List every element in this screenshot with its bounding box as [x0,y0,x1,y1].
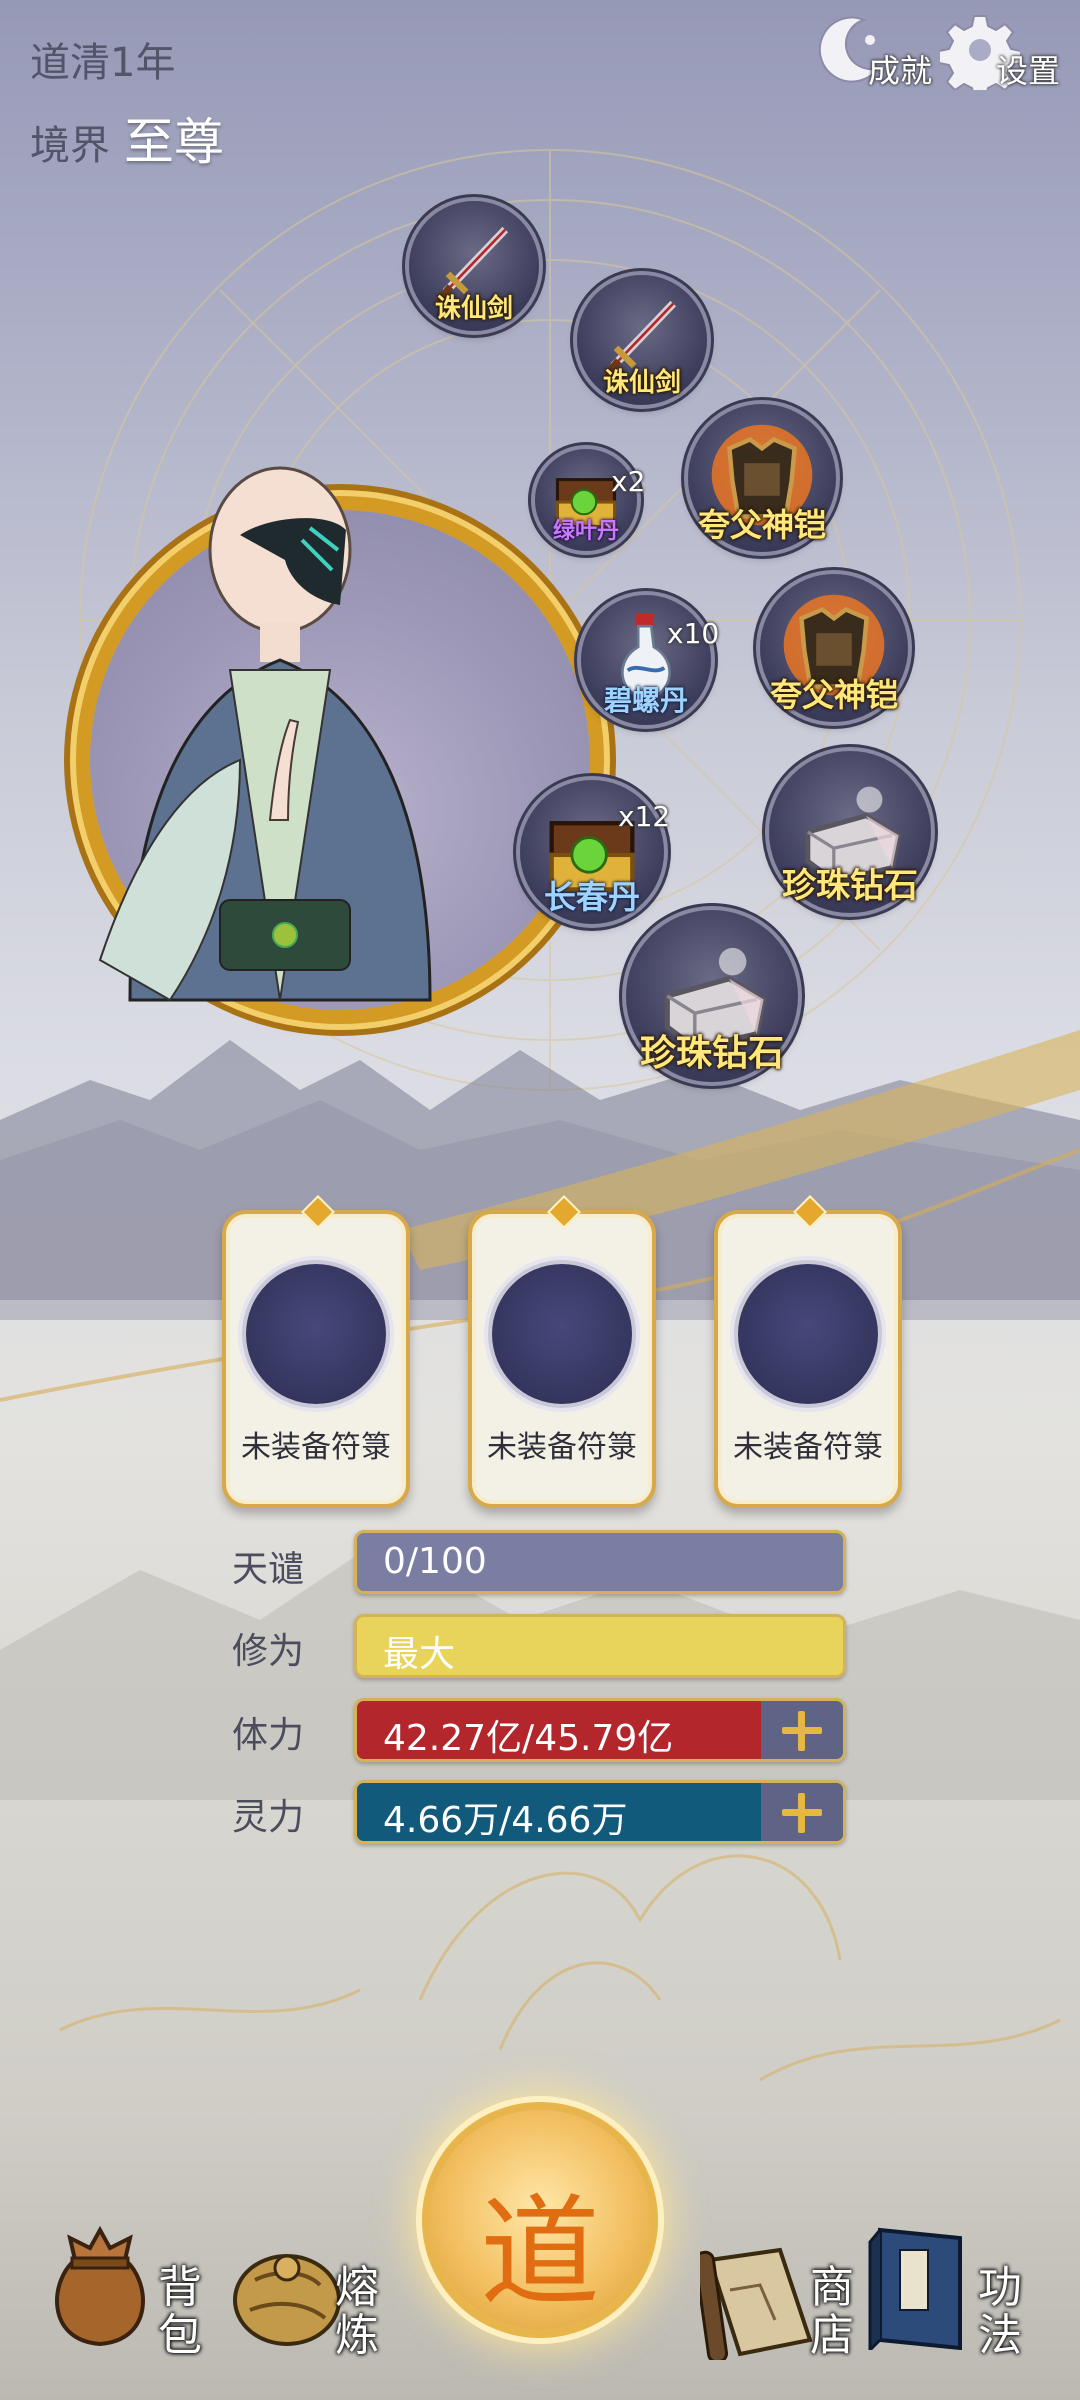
nav-skills[interactable]: 功法 [860,2220,1040,2370]
stat-label-spirit: 灵力 [232,1797,305,1838]
dao-glyph: 道 [480,2184,600,2323]
inventory-item[interactable]: 珍珠钻石 [769,751,931,913]
talisman-slot-label: 未装备符箓 [487,1430,637,1465]
inventory-item[interactable]: 绿叶丹 x2 [535,449,645,551]
bar-value: 最大 [383,1634,456,1675]
card-ornament [301,1195,335,1229]
settings-label: 设置 [995,52,1060,90]
stat-label-stamina: 体力 [232,1715,305,1756]
stat-label-cultivation: 修为 [232,1631,305,1672]
bar-value: 0/100 [383,1541,487,1582]
realm-value: 至尊 [124,113,224,171]
talisman-slot-label: 未装备符箓 [733,1430,883,1465]
character-portrait[interactable] [90,466,590,1010]
bag-icon [55,2225,145,2347]
nav-shop-label: 商店 [810,2262,854,2361]
card-ornament [793,1195,827,1229]
nav-skills-label: 功法 [978,2262,1022,2361]
nav-bag-label: 背包 [158,2262,202,2361]
item-name: 绿叶丹 [552,519,620,544]
item-name: 珍珠钻石 [782,866,918,906]
item-name: 珍珠钻石 [639,1033,785,1074]
talisman-slot-circle [492,1264,632,1404]
item-name: 夸父神铠 [697,506,827,544]
talisman-slot-label: 未装备符箓 [241,1430,391,1465]
item-name: 诛仙剑 [434,294,514,324]
status-panel: 道清1年 境界 至尊 [30,30,224,174]
inventory-item[interactable]: 诛仙剑 [409,201,539,331]
bar-value: 42.27亿/45.79亿 [383,1718,674,1759]
punishment-bar: 0/100 [354,1530,846,1594]
item-name: 碧螺丹 [603,684,689,717]
realm-label: 境界 [30,123,110,169]
spirit-plus-button[interactable] [761,1783,843,1841]
stamina-bar: 42.27亿/45.79亿 [354,1698,846,1762]
achievements-button[interactable]: 成就 [812,10,932,100]
talisman-slot-3[interactable]: 未装备符箓 [714,1195,902,1508]
book-icon [868,2227,962,2350]
item-name: 夸父神铠 [769,676,899,714]
achievements-label: 成就 [867,52,932,90]
cultivator-figure [98,466,432,1002]
talisman-slot-circle [738,1264,878,1404]
talisman-slot-2[interactable]: 未装备符箓 [468,1195,656,1508]
card-ornament [547,1195,581,1229]
stamina-plus-button[interactable] [761,1701,843,1759]
stat-label-punishment: 天谴 [232,1549,305,1590]
inventory-item[interactable]: 夸父神铠 [760,574,908,722]
inventory-item[interactable]: 诛仙剑 [577,275,707,405]
realm-row: 境界 至尊 [30,102,224,174]
inventory-item[interactable]: 长春丹 x12 [520,780,670,924]
talisman-slot-circle [246,1264,386,1404]
inventory-item[interactable]: 碧螺丹 x10 [581,595,719,725]
talisman-slot-1[interactable]: 未装备符箓 [222,1195,410,1508]
bar-value: 4.66万/4.66万 [383,1800,628,1841]
cultivation-bar: 最大 [354,1614,846,1678]
settings-button[interactable]: 设置 [940,10,1060,100]
game-year: 道清1年 [30,40,176,86]
item-name: 诛仙剑 [602,368,682,398]
nav-bag[interactable]: 背包 [40,2220,210,2370]
dao-center-button[interactable]: 道 [430,2110,650,2330]
scroll-map-icon [700,2247,813,2360]
nav-shop[interactable]: 商店 [700,2220,870,2370]
item-quantity: x2 [611,465,646,498]
background-scenery [0,149,1080,2082]
spirit-bar: 4.66万/4.66万 [354,1780,846,1844]
inventory-item[interactable]: 夸父神铠 [688,404,836,552]
cauldron-icon [233,2254,341,2346]
inventory-item[interactable]: 珍珠钻石 [626,910,798,1082]
item-quantity: x12 [618,800,671,833]
nav-refine[interactable]: 熔炼 [225,2220,395,2370]
item-quantity: x10 [667,617,720,650]
nav-refine-label: 熔炼 [335,2262,379,2361]
